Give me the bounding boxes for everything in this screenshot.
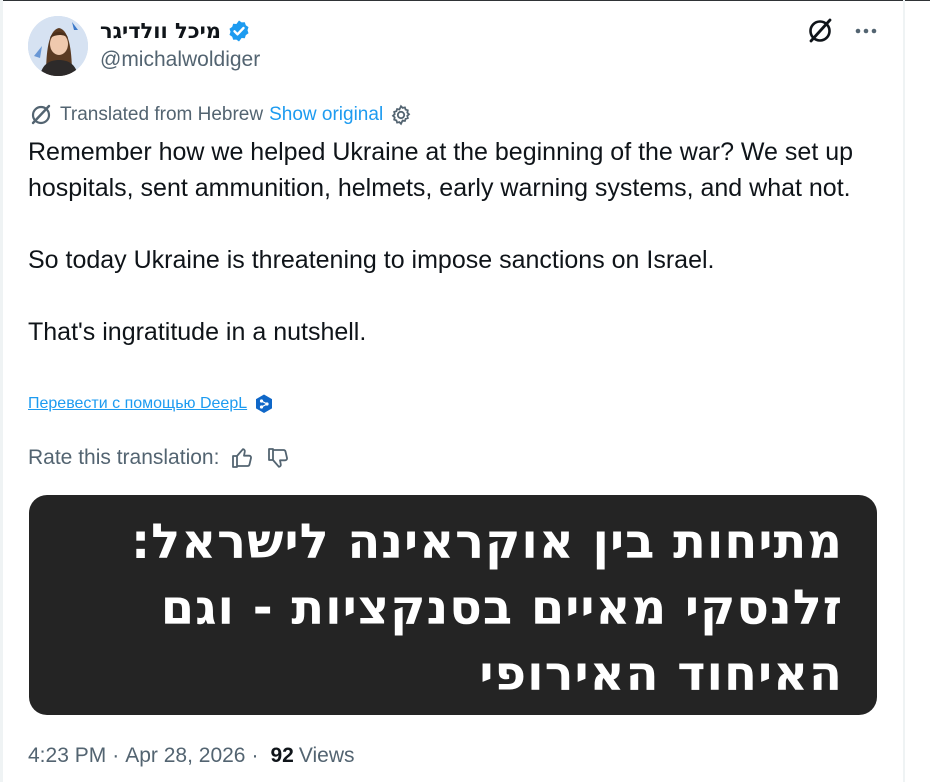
- thumbs-down-icon[interactable]: [265, 445, 291, 471]
- author-name-row[interactable]: מיכל וולדיגר: [100, 16, 251, 46]
- verified-badge-icon: [229, 20, 249, 42]
- rate-translation-label: Rate this translation:: [28, 446, 220, 469]
- tweet-media-image[interactable]: מתיחות בין אוקראינה לישראל: זלנסקי מאיים…: [29, 495, 877, 715]
- translate-icon: [31, 104, 51, 125]
- tweet-text: Remember how we helped Ukraine at the be…: [28, 134, 888, 350]
- views-count: 92: [270, 744, 294, 767]
- deepl-icon[interactable]: [253, 393, 275, 415]
- tweet-meta: 4:23 PM · Apr 28, 2026 · 92 Views: [28, 741, 354, 771]
- avatar[interactable]: [28, 16, 88, 76]
- tweet-paragraph: So today Ukraine is threatening to impos…: [28, 246, 715, 274]
- media-headline-line: מתיחות בין אוקראינה לישראל:: [130, 514, 843, 570]
- translation-notice-text: Translated from Hebrew: [60, 104, 264, 125]
- window-top-edge: [0, 0, 930, 1]
- tweet-paragraph: Remember how we helped Ukraine at the be…: [28, 138, 854, 202]
- translation-notice-row: Translated from Hebrew Show original: [28, 101, 413, 129]
- thumbs-up-icon[interactable]: [229, 445, 255, 471]
- tweet-time[interactable]: 4:23 PM: [28, 744, 106, 768]
- author-handle[interactable]: @michalwoldiger: [100, 48, 260, 72]
- tweet-top-actions: [805, 16, 881, 46]
- gear-icon[interactable]: [389, 103, 413, 127]
- media-headline: מתיחות בין אוקראינה לישראל: זלנסקי מאיים…: [131, 509, 843, 707]
- deepl-translate-link[interactable]: Перевести с помощью DeepL: [28, 395, 247, 413]
- column-right-border: [903, 0, 905, 782]
- tweet-paragraph: That's ingratitude in a nutshell.: [28, 318, 367, 346]
- deepl-row: Перевести с помощью DeepL: [28, 391, 275, 417]
- media-headline-line: זלנסקי מאיים בסנקציות - וגם: [160, 580, 843, 636]
- meta-separator: ·: [112, 744, 120, 767]
- more-icon[interactable]: [851, 16, 881, 46]
- tweet-date[interactable]: Apr 28, 2026: [125, 744, 245, 768]
- window-left-edge: [0, 0, 3, 782]
- meta-separator: ·: [251, 744, 259, 767]
- media-headline-line: האיחוד האירופי: [479, 646, 843, 702]
- views-label: Views: [298, 744, 355, 767]
- rate-translation-row: Rate this translation:: [28, 443, 291, 473]
- author-display-name[interactable]: מיכל וולדיגר: [100, 19, 221, 43]
- show-original-link[interactable]: Show original: [269, 104, 383, 126]
- grok-icon[interactable]: [805, 16, 835, 46]
